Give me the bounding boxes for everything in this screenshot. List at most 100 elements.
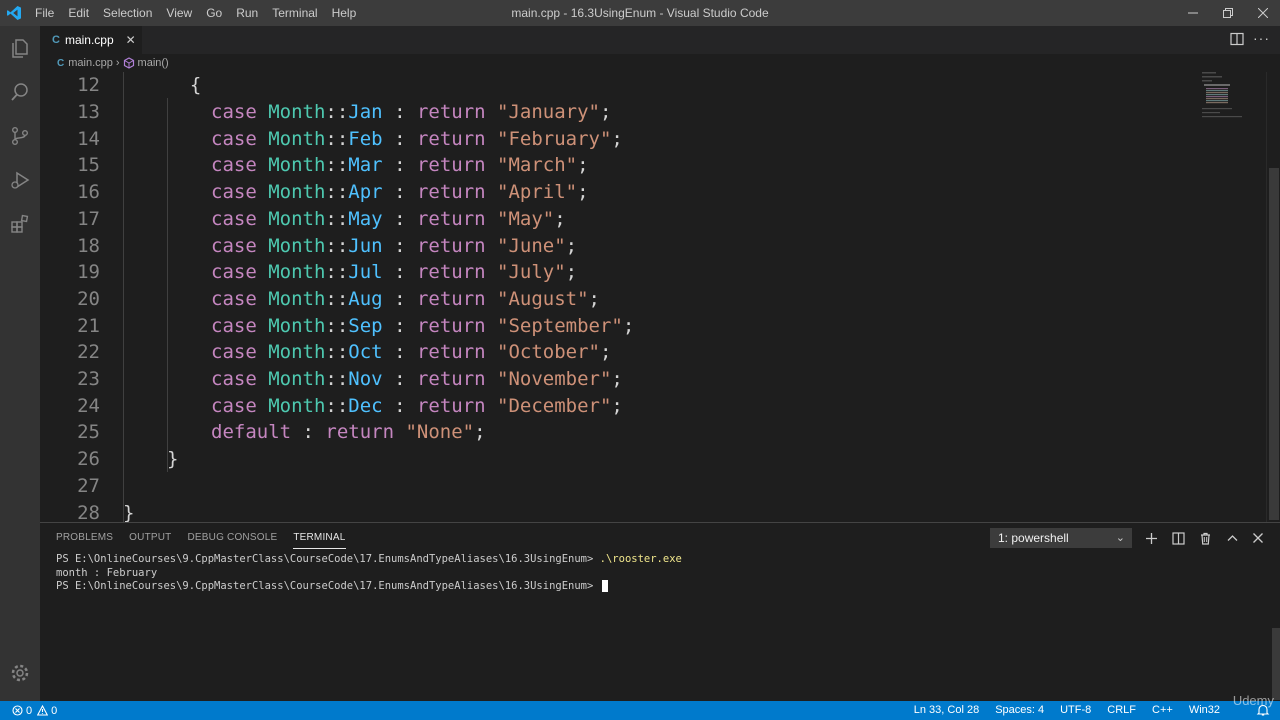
code-text: case Month::Jul : return "July"; — [211, 261, 577, 283]
code-token: } — [167, 448, 179, 471]
search-button[interactable] — [0, 70, 40, 114]
code-token: "February" — [497, 127, 612, 150]
code-token: ; — [565, 234, 578, 257]
breadcrumb-file[interactable]: main.cpp — [68, 57, 113, 69]
code-token: :: — [325, 234, 349, 257]
line-number: 13 — [77, 101, 100, 124]
menu-selection[interactable]: Selection — [96, 0, 159, 26]
code-token: :: — [325, 207, 349, 230]
menu-view[interactable]: View — [159, 0, 199, 26]
kill-terminal-button[interactable] — [1196, 529, 1214, 547]
minimap[interactable] — [1200, 72, 1266, 522]
code-line: 23 case Month::Nov : return "November"; — [40, 366, 1200, 393]
source-control-button[interactable] — [0, 114, 40, 158]
terminal-output[interactable]: PS E:\OnlineCourses\9.CppMasterClass\Cou… — [56, 553, 1256, 594]
extensions-button[interactable] — [0, 202, 40, 246]
editor-scroll-thumb[interactable] — [1269, 168, 1279, 520]
code-line: 22 case Month::Oct : return "October"; — [40, 339, 1200, 366]
code-token: return — [416, 287, 498, 310]
code-token: : — [382, 368, 417, 391]
status-problems[interactable]: 0 0 — [0, 705, 57, 717]
menu-terminal[interactable]: Terminal — [265, 0, 324, 26]
code-text: case Month::May : return "May"; — [211, 208, 566, 230]
code-token: Feb — [348, 127, 383, 150]
code-token: "December" — [497, 394, 612, 417]
menu-help[interactable]: Help — [325, 0, 364, 26]
code-token: "November" — [497, 368, 612, 391]
code-token: :: — [325, 154, 349, 177]
code-token: Jun — [348, 234, 383, 257]
cpp-file-icon: C — [52, 34, 60, 46]
warning-count: 0 — [51, 704, 58, 717]
error-count: 0 — [26, 704, 33, 717]
activity-bar — [0, 26, 40, 701]
code-token: :: — [325, 287, 349, 310]
tab-main-cpp[interactable]: C main.cpp ✕ — [40, 26, 142, 54]
code-token: } — [123, 501, 135, 522]
source-control-icon — [12, 127, 28, 145]
terminal-cursor — [601, 580, 608, 592]
status-encoding[interactable]: UTF-8 — [1060, 701, 1091, 720]
code-editor[interactable]: 12 {13 case Month::Jan : return "January"… — [40, 72, 1200, 522]
line-number: 12 — [77, 74, 100, 97]
tab-terminal[interactable]: TERMINAL — [293, 528, 346, 549]
code-line: 12 { — [40, 72, 1200, 99]
breadcrumb: C main.cpp › main() — [40, 54, 169, 72]
code-text: case Month::Mar : return "March"; — [211, 154, 589, 176]
menu-run[interactable]: Run — [229, 0, 265, 26]
terminal-scrollbar[interactable] — [1272, 628, 1280, 700]
code-text: case Month::Oct : return "October"; — [211, 341, 611, 363]
status-eol[interactable]: CRLF — [1107, 701, 1136, 720]
status-cursor-position[interactable]: Ln 33, Col 28 — [914, 701, 979, 720]
menu-edit[interactable]: Edit — [61, 0, 96, 26]
restore-button[interactable] — [1210, 0, 1245, 26]
code-token: :: — [325, 368, 349, 391]
maximize-panel-button[interactable] — [1223, 529, 1241, 547]
explorer-button[interactable] — [0, 26, 40, 70]
vscode-logo-icon — [0, 0, 28, 26]
code-token: return — [325, 421, 406, 444]
menu-go[interactable]: Go — [199, 0, 229, 26]
split-terminal-button[interactable] — [1169, 529, 1187, 547]
code-text: case Month::Dec : return "December"; — [211, 395, 623, 417]
code-token: Month — [268, 101, 326, 124]
code-token: :: — [325, 341, 349, 364]
menu-file[interactable]: File — [28, 0, 61, 26]
code-token: "October" — [497, 341, 600, 364]
terminal-select[interactable]: 1: powershell ⌄ — [990, 528, 1132, 548]
title-bar: File Edit Selection View Go Run Terminal… — [0, 0, 1280, 26]
method-icon — [123, 57, 134, 69]
status-language[interactable]: C++ — [1152, 701, 1173, 720]
chevron-up-icon — [1227, 534, 1237, 541]
more-actions-icon[interactable]: ··· — [1253, 30, 1270, 46]
split-editor-button[interactable] — [1230, 32, 1244, 51]
status-platform[interactable]: Win32 — [1189, 701, 1220, 720]
status-indentation[interactable]: Spaces: 4 — [995, 701, 1044, 720]
code-token: Jan — [348, 101, 383, 124]
code-token: Month — [268, 261, 326, 284]
tab-problems[interactable]: PROBLEMS — [56, 523, 113, 553]
close-window-button[interactable] — [1245, 0, 1280, 26]
code-token: Month — [268, 287, 326, 310]
code-text: case Month::Jun : return "June"; — [211, 235, 577, 257]
code-token: return — [416, 127, 498, 150]
manage-button[interactable] — [0, 651, 40, 695]
code-token: case — [211, 394, 269, 417]
tab-output[interactable]: OUTPUT — [129, 523, 171, 553]
code-token: "June" — [497, 234, 566, 257]
tab-debug-console[interactable]: DEBUG CONSOLE — [187, 523, 277, 553]
code-token: : — [382, 341, 417, 364]
line-number: 15 — [77, 154, 100, 177]
close-panel-button[interactable] — [1249, 529, 1267, 547]
code-token: "None" — [405, 421, 475, 444]
editor-tab-bar: C main.cpp ✕ ··· — [40, 26, 1280, 54]
editor-scrollbar[interactable] — [1266, 72, 1280, 522]
code-token: Mar — [348, 154, 383, 177]
new-terminal-button[interactable] — [1142, 529, 1160, 547]
breadcrumb-symbol[interactable]: main() — [138, 57, 169, 69]
minimize-button[interactable] — [1175, 0, 1210, 26]
run-debug-button[interactable] — [0, 158, 40, 202]
code-token: :: — [325, 181, 349, 204]
tab-close-icon[interactable]: ✕ — [126, 33, 136, 47]
code-line: 19 case Month::Jul : return "July"; — [40, 259, 1200, 286]
